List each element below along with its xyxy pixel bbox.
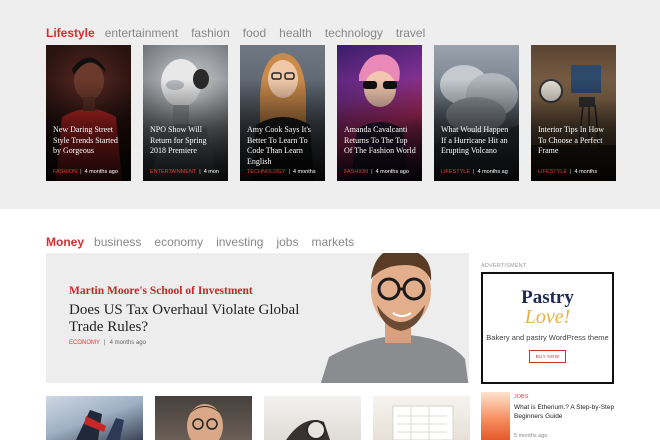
tab-markets[interactable]: markets — [311, 235, 354, 249]
article-time: 4 months ag — [477, 169, 508, 175]
thumbnail-image — [187, 404, 223, 440]
sidebar-article-time: 5 months ago — [514, 433, 548, 439]
article-meta: FASHION | 4 months ago — [53, 169, 118, 175]
featured-time: 4 months ago — [109, 340, 146, 346]
tab-food[interactable]: food — [243, 26, 266, 40]
article-thumbnail[interactable] — [373, 396, 470, 440]
buy-now-button[interactable]: BUY NOW — [528, 350, 567, 363]
featured-portrait-image — [320, 253, 469, 383]
advertisement-label: ADVERTISMENT — [481, 263, 527, 269]
ad-brand-name: Pastry — [521, 287, 574, 308]
tab-health[interactable]: health — [279, 26, 312, 40]
article-title[interactable]: Amy Cook Says It's Better To Learn To Co… — [247, 125, 320, 167]
featured-meta: ECONOMY | 4 months ago — [69, 340, 146, 346]
article-category[interactable]: FASHION — [344, 169, 368, 175]
thumbnail-image — [286, 420, 330, 440]
article-category[interactable]: TECHNOLOGY — [247, 169, 286, 175]
sidebar-article[interactable]: JOBS What is Etherium.? A Step-by-Step B… — [481, 392, 621, 440]
article-card[interactable]: NPO Show Will Return for Spring 2018 Pre… — [143, 45, 228, 181]
article-thumbnail[interactable] — [46, 396, 143, 440]
image-overlay — [337, 45, 422, 181]
article-category[interactable]: LIFESTYLE — [441, 169, 470, 175]
article-card[interactable]: Amanda Cavalcanti Returns To The Top Of … — [337, 45, 422, 181]
article-time: 4 mon — [203, 169, 219, 175]
article-title[interactable]: Interior Tips In How To Choose a Perfect… — [538, 125, 611, 157]
ad-brand-script: Love! — [524, 306, 571, 328]
article-time: 4 months ago — [375, 169, 409, 175]
article-time: 4 months — [292, 169, 316, 175]
tab-entertainment[interactable]: entertainment — [105, 26, 178, 40]
image-overlay — [531, 45, 616, 181]
money-thumbnail-row — [46, 396, 470, 440]
article-time: 4 months ago — [84, 169, 118, 175]
article-category[interactable]: LIFESTYLE — [538, 169, 567, 175]
advertisement-banner[interactable]: Pastry Love! Bakery and pastry WordPress… — [481, 272, 614, 384]
image-overlay — [143, 45, 228, 181]
article-meta: TECHNOLOGY | 4 months — [247, 169, 316, 175]
thumbnail-image — [76, 410, 124, 440]
article-meta: LIFESTYLE | 4 months ag — [441, 169, 508, 175]
article-meta: LIFESTYLE | 4 months — [538, 169, 598, 175]
article-title[interactable]: What Would Happen If a Hurricane Hit an … — [441, 125, 514, 157]
article-time: 4 months — [574, 169, 598, 175]
lifestyle-tabs: Lifestyle entertainment fashion food hea… — [46, 26, 438, 40]
article-title[interactable]: NPO Show Will Return for Spring 2018 Pre… — [150, 125, 223, 157]
tab-lifestyle[interactable]: Lifestyle — [46, 26, 95, 40]
lifestyle-section: Lifestyle entertainment fashion food hea… — [0, 0, 660, 209]
article-card[interactable]: Interior Tips In How To Choose a Perfect… — [531, 45, 616, 181]
tab-business[interactable]: business — [94, 235, 141, 249]
article-card[interactable]: What Would Happen If a Hurricane Hit an … — [434, 45, 519, 181]
image-overlay — [434, 45, 519, 181]
tab-jobs[interactable]: jobs — [276, 235, 298, 249]
tab-fashion[interactable]: fashion — [191, 26, 230, 40]
sidebar-article-thumbnail[interactable] — [481, 392, 510, 440]
money-tabs: Money business economy investing jobs ma… — [46, 235, 367, 249]
featured-headline[interactable]: Does US Tax Overhaul Violate Global Trad… — [69, 302, 329, 336]
article-thumbnail[interactable] — [155, 396, 252, 440]
article-meta: ENTERTAINMENT | 4 mon — [150, 169, 219, 175]
tab-technology[interactable]: technology — [325, 26, 383, 40]
featured-kicker[interactable]: Martin Moore's School of Investment — [69, 285, 253, 297]
featured-category[interactable]: ECONOMY — [69, 340, 100, 346]
sidebar-article-category[interactable]: JOBS — [514, 394, 528, 400]
article-thumbnail[interactable] — [264, 396, 361, 440]
sidebar-article-title[interactable]: What is Etherium.? A Step-by-Step Beginn… — [514, 403, 619, 421]
article-category[interactable]: FASHION — [53, 169, 77, 175]
image-overlay — [46, 45, 131, 181]
ad-tagline: Bakery and pastry WordPress theme — [486, 333, 609, 342]
lifestyle-card-row: New Daring Street Style Trends Started b… — [46, 45, 616, 181]
thumbnail-image — [392, 405, 454, 440]
article-meta: FASHION | 4 months ago — [344, 169, 409, 175]
article-card[interactable]: New Daring Street Style Trends Started b… — [46, 45, 131, 181]
featured-article[interactable]: Martin Moore's School of Investment Does… — [46, 253, 469, 383]
tab-economy[interactable]: economy — [154, 235, 203, 249]
article-category[interactable]: ENTERTAINMENT — [150, 169, 196, 175]
article-card[interactable]: Amy Cook Says It's Better To Learn To Co… — [240, 45, 325, 181]
tab-travel[interactable]: travel — [396, 26, 425, 40]
article-title[interactable]: New Daring Street Style Trends Started b… — [53, 125, 126, 157]
tab-investing[interactable]: investing — [216, 235, 263, 249]
tab-money[interactable]: Money — [46, 235, 84, 249]
article-title[interactable]: Amanda Cavalcanti Returns To The Top Of … — [344, 125, 417, 157]
